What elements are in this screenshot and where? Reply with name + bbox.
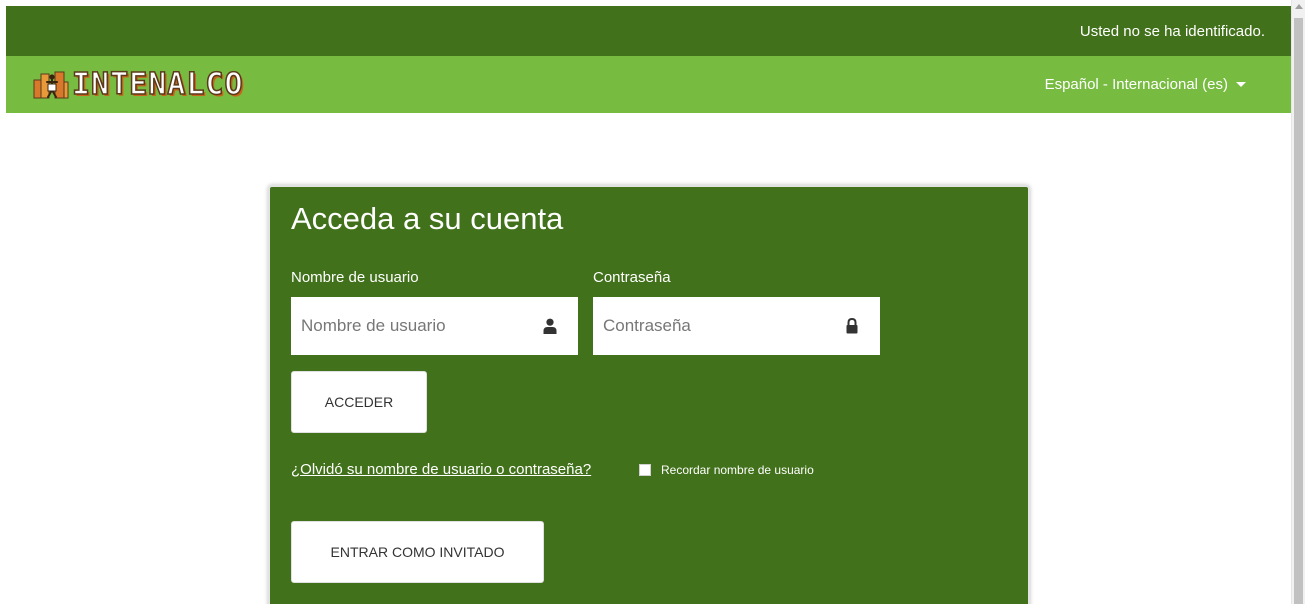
caret-down-icon — [1236, 82, 1246, 87]
language-menu-label: Español - Internacional (es) — [1044, 76, 1228, 93]
top-bar: Usted no se ha identificado. — [6, 6, 1291, 56]
remember-username-checkbox[interactable] — [639, 464, 651, 476]
username-label: Nombre de usuario — [291, 269, 419, 286]
page: Usted no se ha identificado. INTENALCO E… — [0, 0, 1305, 604]
logo-text: INTENALCO — [71, 66, 244, 103]
login-title: Acceda a su cuenta — [291, 201, 564, 236]
site-logo[interactable]: INTENALCO — [32, 64, 244, 104]
login-card: Acceda a su cuenta Nombre de usuario Con… — [268, 185, 1030, 604]
user-icon — [543, 318, 557, 334]
password-label: Contraseña — [593, 269, 671, 286]
login-status-text: Usted no se ha identificado. — [1079, 23, 1265, 40]
username-field-wrapper — [291, 297, 578, 355]
password-field-wrapper — [593, 297, 880, 355]
vertical-scrollbar[interactable] — [1291, 0, 1305, 604]
guest-login-button[interactable]: ENTRAR COMO INVITADO — [291, 521, 544, 583]
navbar: INTENALCO Español - Internacional (es) — [6, 56, 1291, 113]
lock-icon — [846, 318, 858, 334]
password-input[interactable] — [593, 297, 833, 355]
scrollbar-thumb[interactable] — [1294, 18, 1303, 604]
logo-emblem-icon — [33, 71, 69, 99]
login-button[interactable]: ACCEDER — [291, 371, 427, 433]
language-menu[interactable]: Español - Internacional (es) — [1045, 76, 1246, 93]
remember-username-label[interactable]: Recordar nombre de usuario — [661, 463, 814, 477]
username-input[interactable] — [291, 297, 531, 355]
scroll-up-arrow-icon[interactable] — [1295, 4, 1303, 9]
remember-username: Recordar nombre de usuario — [639, 463, 814, 477]
forgot-password-link[interactable]: ¿Olvidó su nombre de usuario o contraseñ… — [291, 461, 591, 478]
